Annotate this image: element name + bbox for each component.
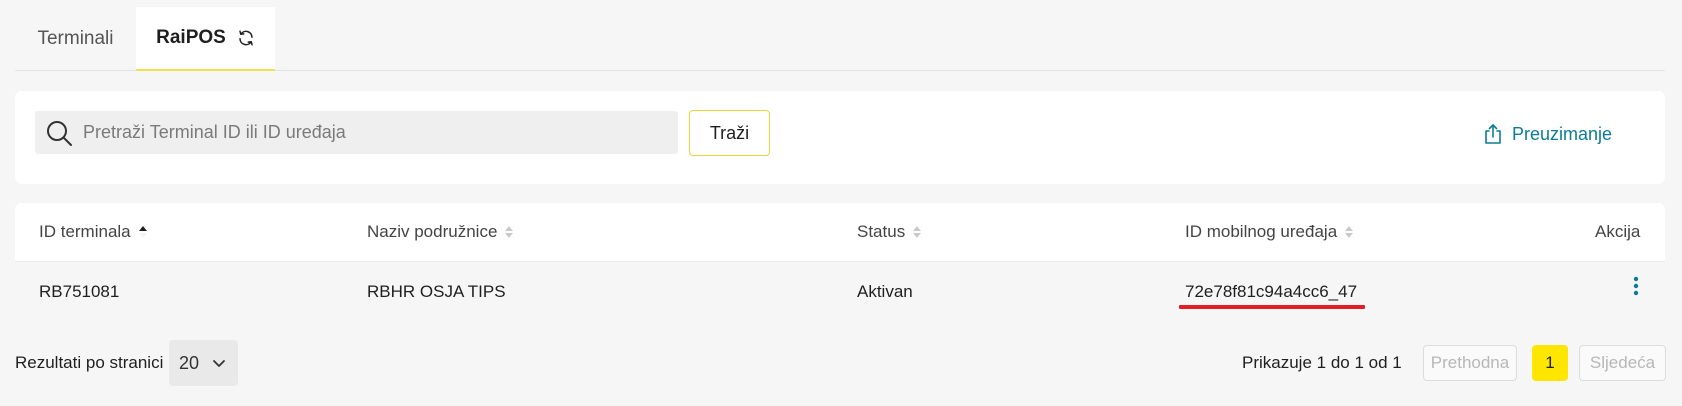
column-label: ID terminala: [39, 222, 131, 241]
column-label: Akcija: [1595, 222, 1641, 241]
search-icon: [45, 119, 73, 147]
tab-label: Terminali: [37, 28, 114, 49]
kebab-menu-icon[interactable]: [1633, 276, 1639, 296]
next-page-button[interactable]: Sljedeća: [1579, 345, 1666, 381]
per-page-value: 20: [179, 352, 200, 373]
previous-page-button[interactable]: Prethodna: [1423, 345, 1517, 381]
column-header-device-id[interactable]: ID mobilnog uređaja: [1185, 203, 1354, 261]
sort-icon[interactable]: [912, 224, 922, 240]
column-label: Naziv podružnice: [367, 222, 498, 241]
search-button[interactable]: Traži: [689, 110, 770, 156]
cell-status: Aktivan: [857, 281, 913, 301]
upload-icon: [1484, 124, 1502, 144]
column-header-terminal-id[interactable]: ID terminala: [39, 203, 148, 261]
column-header-status[interactable]: Status: [857, 203, 922, 261]
cell-branch: RBHR OSJA TIPS: [367, 281, 506, 301]
search-field[interactable]: [35, 111, 678, 154]
table-header: ID terminala Naziv podružnice Status ID …: [15, 203, 1665, 261]
column-header-actions: Akcija: [1595, 203, 1640, 261]
cell-terminal-id: RB751081: [39, 281, 120, 301]
column-label: ID mobilnog uređaja: [1185, 222, 1338, 241]
chevron-down-icon: [212, 359, 226, 368]
refresh-icon[interactable]: [237, 29, 255, 47]
column-header-branch[interactable]: Naziv podružnice: [367, 203, 514, 261]
pagination-bar: Rezultati po stranici 20 Prikazuje 1 do …: [0, 340, 1682, 386]
table-row[interactable]: RB751081 RBHR OSJA TIPS Aktivan 72e78f81…: [15, 261, 1665, 320]
page-1-button[interactable]: 1: [1532, 345, 1568, 381]
terminals-table: ID terminala Naziv podružnice Status ID …: [15, 203, 1665, 320]
per-page-select[interactable]: 20: [169, 340, 238, 386]
results-summary: Prikazuje 1 do 1 od 1: [1242, 353, 1402, 372]
highlight-underline: [1179, 305, 1365, 309]
tab-label: RaiPOS: [156, 27, 226, 48]
tab-terminali[interactable]: Terminali: [15, 7, 136, 71]
download-label: Preuzimanje: [1512, 123, 1613, 144]
tab-raipos[interactable]: RaiPOS: [136, 7, 275, 71]
search-panel: Traži Preuzimanje: [15, 91, 1665, 184]
download-link[interactable]: Preuzimanje: [1484, 120, 1612, 148]
sort-icon[interactable]: [1344, 224, 1354, 240]
cell-device-id: 72e78f81c94a4cc6_47: [1185, 281, 1358, 301]
column-label: Status: [857, 222, 906, 241]
search-input[interactable]: [83, 122, 643, 143]
per-page-label: Rezultati po stranici: [15, 353, 164, 372]
sort-icon[interactable]: [504, 224, 514, 240]
sort-ascending-icon[interactable]: [138, 224, 148, 240]
tab-bar: Terminali RaiPOS: [15, 7, 1665, 71]
